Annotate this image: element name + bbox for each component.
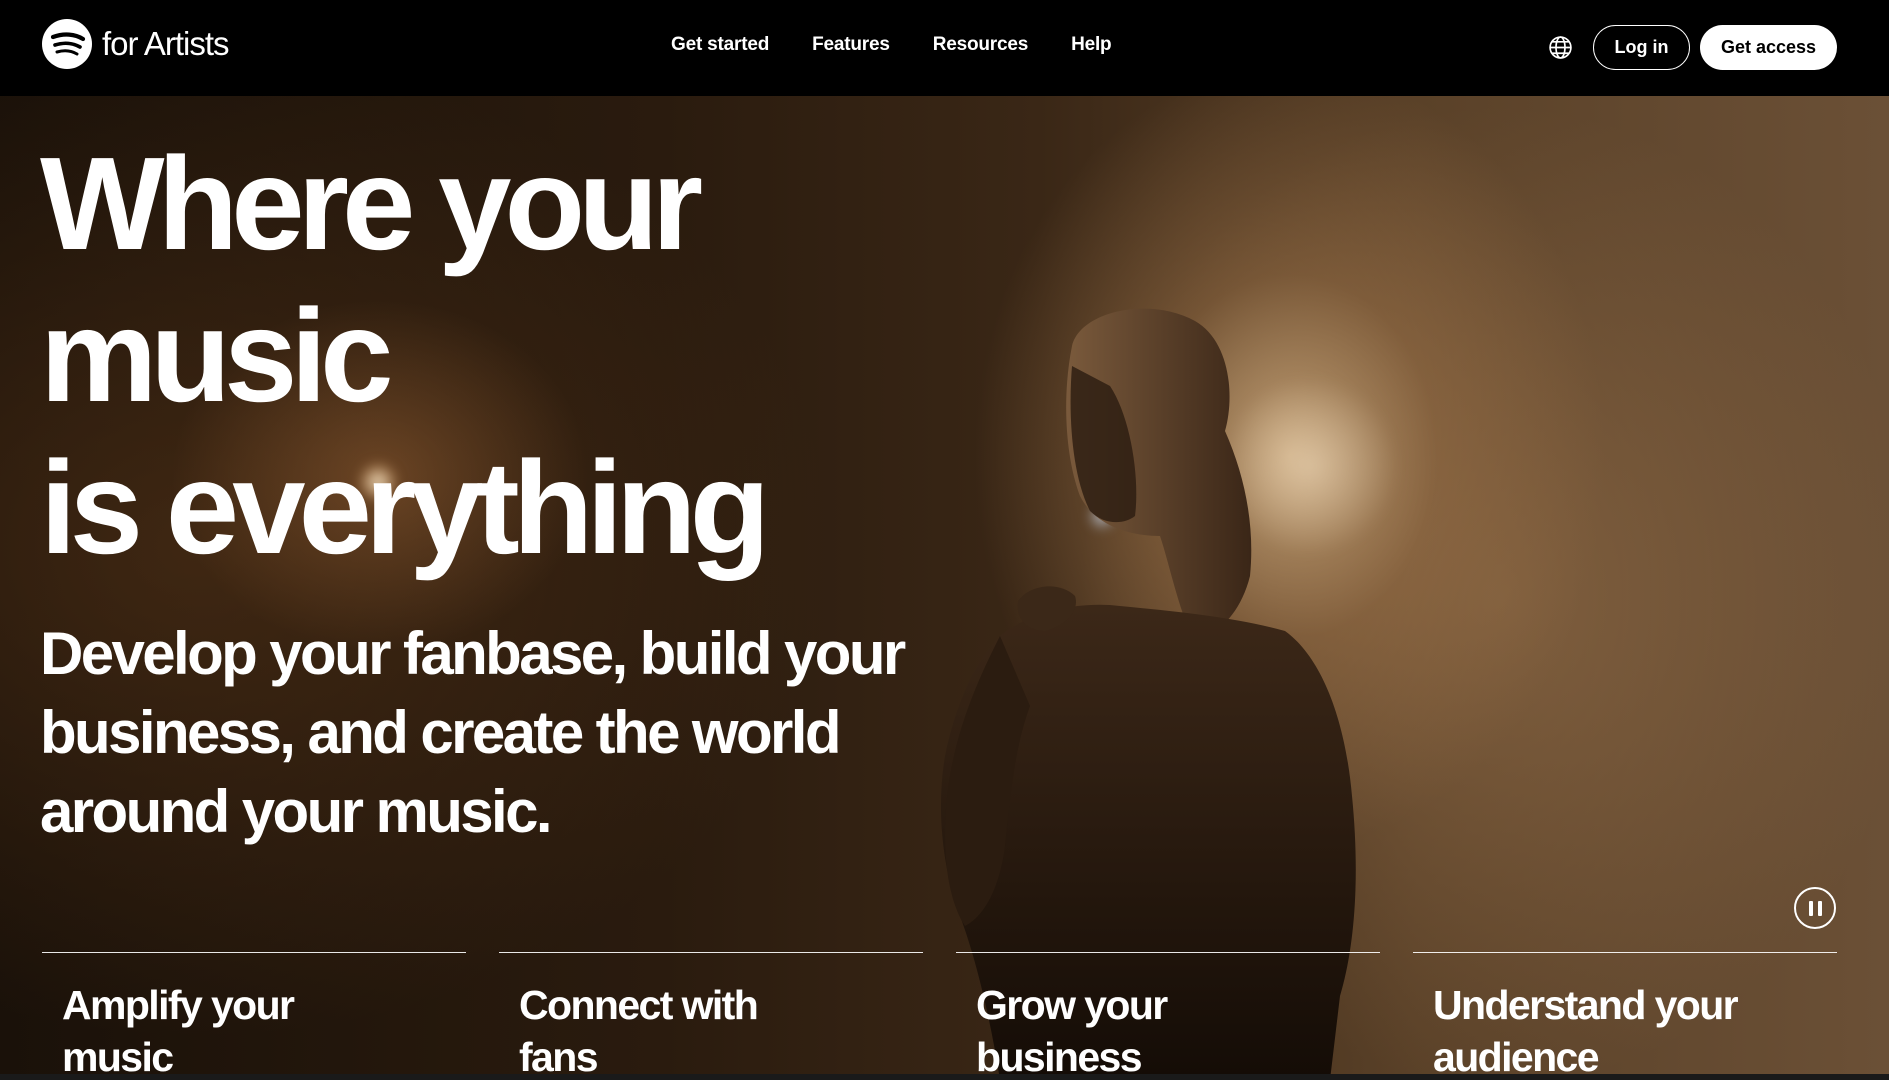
pause-icon — [1817, 900, 1822, 916]
login-button[interactable]: Log in — [1593, 25, 1690, 70]
spotify-logo-icon — [42, 19, 92, 69]
brand-text: for Artists — [102, 25, 230, 62]
feature-title: Grow your business — [976, 982, 1168, 1080]
headline-line: is everything — [40, 434, 770, 581]
feature-title: Connect with fans — [519, 982, 759, 1080]
feature-title: Amplify your music — [62, 982, 295, 1080]
feature-item-amplify[interactable]: Amplify your music — [42, 952, 466, 1080]
hero-headline: Where your music is everything — [40, 128, 940, 584]
feature-item-grow[interactable]: Grow your business — [956, 952, 1380, 1080]
window-bottom-edge — [0, 1074, 1889, 1080]
nav-link-get-started[interactable]: Get started — [671, 34, 769, 56]
hero-subheading: Develop your fanbase, build your busines… — [40, 620, 906, 845]
headline-line: Where your — [40, 130, 703, 277]
nav-link-help[interactable]: Help — [1071, 34, 1112, 56]
primary-nav: Get started Features Resources Help — [671, 34, 1154, 56]
pause-video-button[interactable] — [1794, 887, 1836, 929]
headline-line: music — [40, 282, 394, 429]
nav-link-features[interactable]: Features — [812, 34, 890, 56]
brand-home-link[interactable]: for Artists — [42, 19, 230, 69]
feature-item-connect[interactable]: Connect with fans — [499, 952, 923, 1080]
get-access-button[interactable]: Get access — [1700, 25, 1837, 70]
pause-icon — [1808, 900, 1813, 916]
nav-link-resources[interactable]: Resources — [933, 34, 1029, 56]
feature-item-understand[interactable]: Understand your audience — [1413, 952, 1837, 1080]
top-navigation: for Artists Get started Features Resourc… — [0, 0, 1889, 96]
globe-icon[interactable] — [1548, 35, 1573, 60]
feature-list: Amplify your music Connect with fans Gro… — [42, 952, 1837, 1080]
feature-title: Understand your audience — [1433, 982, 1739, 1080]
hero-section: Where your music is everything Develop y… — [0, 96, 1889, 1080]
